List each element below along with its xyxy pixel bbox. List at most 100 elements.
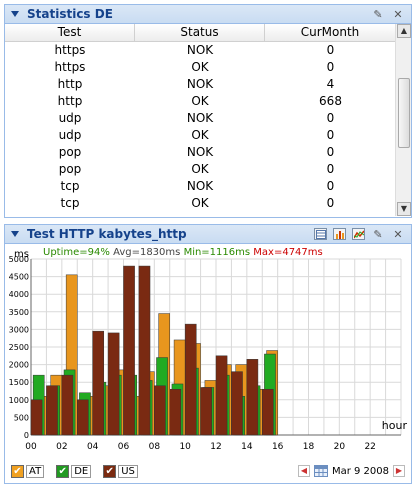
cell-test: https	[54, 60, 86, 74]
statistics-panel: Statistics DE ✎ ✕ Test Status CurMonth h…	[4, 4, 412, 218]
collapse-triangle-icon[interactable]	[11, 231, 19, 237]
y-tick-label: 1000	[9, 396, 29, 405]
x-tick-label: 06	[118, 442, 130, 452]
next-arrow-icon[interactable]: ▶	[393, 465, 405, 477]
table-row[interactable]: pop NOK 0	[5, 144, 411, 161]
x-tick-label: 18	[303, 442, 315, 452]
table-row[interactable]: http NOK 4	[5, 76, 411, 93]
edit-pencil-icon[interactable]: ✎	[371, 7, 385, 21]
line-chart-icon[interactable]	[352, 228, 365, 240]
bar-us[interactable]	[184, 323, 197, 436]
series-toggle-de-label: DE	[71, 464, 92, 478]
cell-test: tcp	[60, 179, 80, 193]
bar-us[interactable]	[138, 265, 151, 436]
statistics-panel-title: Statistics DE	[27, 7, 113, 21]
bar-us[interactable]	[246, 359, 259, 436]
chart-panel: Test HTTP kabytes_http ✎ ✕ Uptime=94% Av…	[4, 224, 412, 484]
bar-chart-icon[interactable]	[333, 228, 346, 240]
close-icon[interactable]: ✕	[391, 7, 405, 21]
bar-us[interactable]	[154, 385, 166, 436]
x-tick-label: 14	[241, 442, 253, 452]
bar-us[interactable]	[231, 371, 243, 436]
cell-status: NOK	[186, 145, 214, 159]
statistics-panel-header: Statistics DE ✎ ✕	[5, 5, 411, 24]
table-row[interactable]: https NOK 0	[5, 42, 411, 59]
table-row[interactable]: tcp OK 0	[5, 195, 411, 212]
prev-arrow-icon[interactable]: ◀	[297, 465, 310, 477]
close-icon[interactable]: ✕	[391, 227, 405, 241]
table-row[interactable]: udp OK 0	[5, 127, 411, 144]
edit-pencil-icon[interactable]: ✎	[371, 227, 385, 241]
cell-status: OK	[191, 162, 209, 176]
y-tick-label: 3500	[9, 308, 29, 317]
table-body: https NOK 0 https OK 0 http NOK 4 http OK 668 udp NOK…	[5, 42, 411, 216]
x-tick-label: 04	[87, 442, 99, 452]
column-header-test[interactable]: Test	[5, 24, 135, 41]
bar-us[interactable]	[123, 265, 135, 436]
series-toggle-at[interactable]: ✔ AT	[11, 464, 45, 478]
checkmark-icon[interactable]: ✔	[56, 464, 70, 478]
x-tick-label: 12	[210, 442, 221, 452]
cell-curmonth: 4	[326, 77, 335, 91]
bar-us[interactable]	[215, 355, 228, 436]
cell-test: udp	[58, 111, 82, 125]
cell-status: OK	[191, 196, 209, 210]
table-view-icon[interactable]	[314, 228, 327, 240]
y-tick-label: 500	[14, 413, 29, 422]
bar-us[interactable]	[46, 385, 58, 436]
bar-us[interactable]	[107, 332, 120, 436]
y-tick-label: 4500	[9, 273, 29, 282]
cell-curmonth: 0	[326, 60, 335, 74]
cell-status: OK	[191, 128, 209, 142]
y-tick-label: 2500	[9, 343, 29, 352]
table-row[interactable]: udp NOK 0	[5, 110, 411, 127]
x-tick-label: 00	[25, 442, 37, 452]
y-tick-label: 0	[24, 431, 29, 440]
cell-test: http	[57, 94, 83, 108]
bar-us[interactable]	[92, 330, 105, 436]
bar-us[interactable]	[30, 399, 43, 436]
x-tick-label: 16	[272, 442, 284, 452]
bar-us[interactable]	[262, 388, 274, 436]
y-tick-label: 1500	[9, 378, 29, 387]
calendar-icon[interactable]	[313, 465, 328, 477]
table-scrollbar[interactable]: ▲ ▼	[395, 24, 411, 216]
cell-curmonth: 668	[319, 94, 342, 108]
scrollbar-thumb[interactable]	[398, 78, 410, 148]
chart-footer: ✔ AT ✔ DE ✔ US ◀ Mar 9 2008 ▶	[5, 459, 411, 483]
y-tick-label: 2000	[9, 361, 29, 370]
cell-status: NOK	[186, 43, 214, 57]
column-header-curmonth[interactable]: CurMonth	[265, 24, 396, 41]
cell-curmonth: 0	[326, 43, 335, 57]
cell-curmonth: 0	[326, 128, 335, 142]
series-toggle-de[interactable]: ✔ DE	[56, 464, 92, 478]
scroll-down-icon[interactable]: ▼	[397, 202, 411, 216]
y-axis-label: ms	[14, 249, 29, 260]
checkmark-icon[interactable]: ✔	[11, 464, 24, 478]
scroll-up-icon[interactable]: ▲	[397, 24, 411, 38]
cell-curmonth: 0	[326, 162, 335, 176]
cell-status: NOK	[186, 179, 214, 193]
cell-status: OK	[191, 94, 209, 108]
table-row[interactable]: https OK 0	[5, 59, 411, 76]
cell-test: pop	[58, 145, 82, 159]
cell-curmonth: 0	[326, 196, 335, 210]
cell-test: https	[54, 43, 86, 57]
current-date[interactable]: Mar 9 2008	[332, 466, 389, 477]
cell-test: udp	[58, 128, 82, 142]
table-row[interactable]: pop OK 0	[5, 161, 411, 178]
bar-us[interactable]	[77, 399, 89, 436]
y-tick-label: 3000	[9, 325, 29, 334]
table-row[interactable]: tcp NOK 0	[5, 178, 411, 195]
cell-curmonth: 0	[326, 111, 335, 125]
bar-us[interactable]	[200, 387, 212, 436]
series-toggle-us[interactable]: ✔ US	[103, 464, 138, 478]
collapse-triangle-icon[interactable]	[11, 11, 19, 17]
checkmark-icon[interactable]: ✔	[103, 464, 117, 478]
bar-us[interactable]	[61, 374, 74, 436]
column-header-status[interactable]: Status	[135, 24, 265, 41]
table-row[interactable]: http OK 668	[5, 93, 411, 110]
bar-us[interactable]	[169, 388, 182, 436]
series-toggle-at-label: AT	[26, 464, 45, 478]
x-axis-label: hour	[382, 419, 408, 432]
